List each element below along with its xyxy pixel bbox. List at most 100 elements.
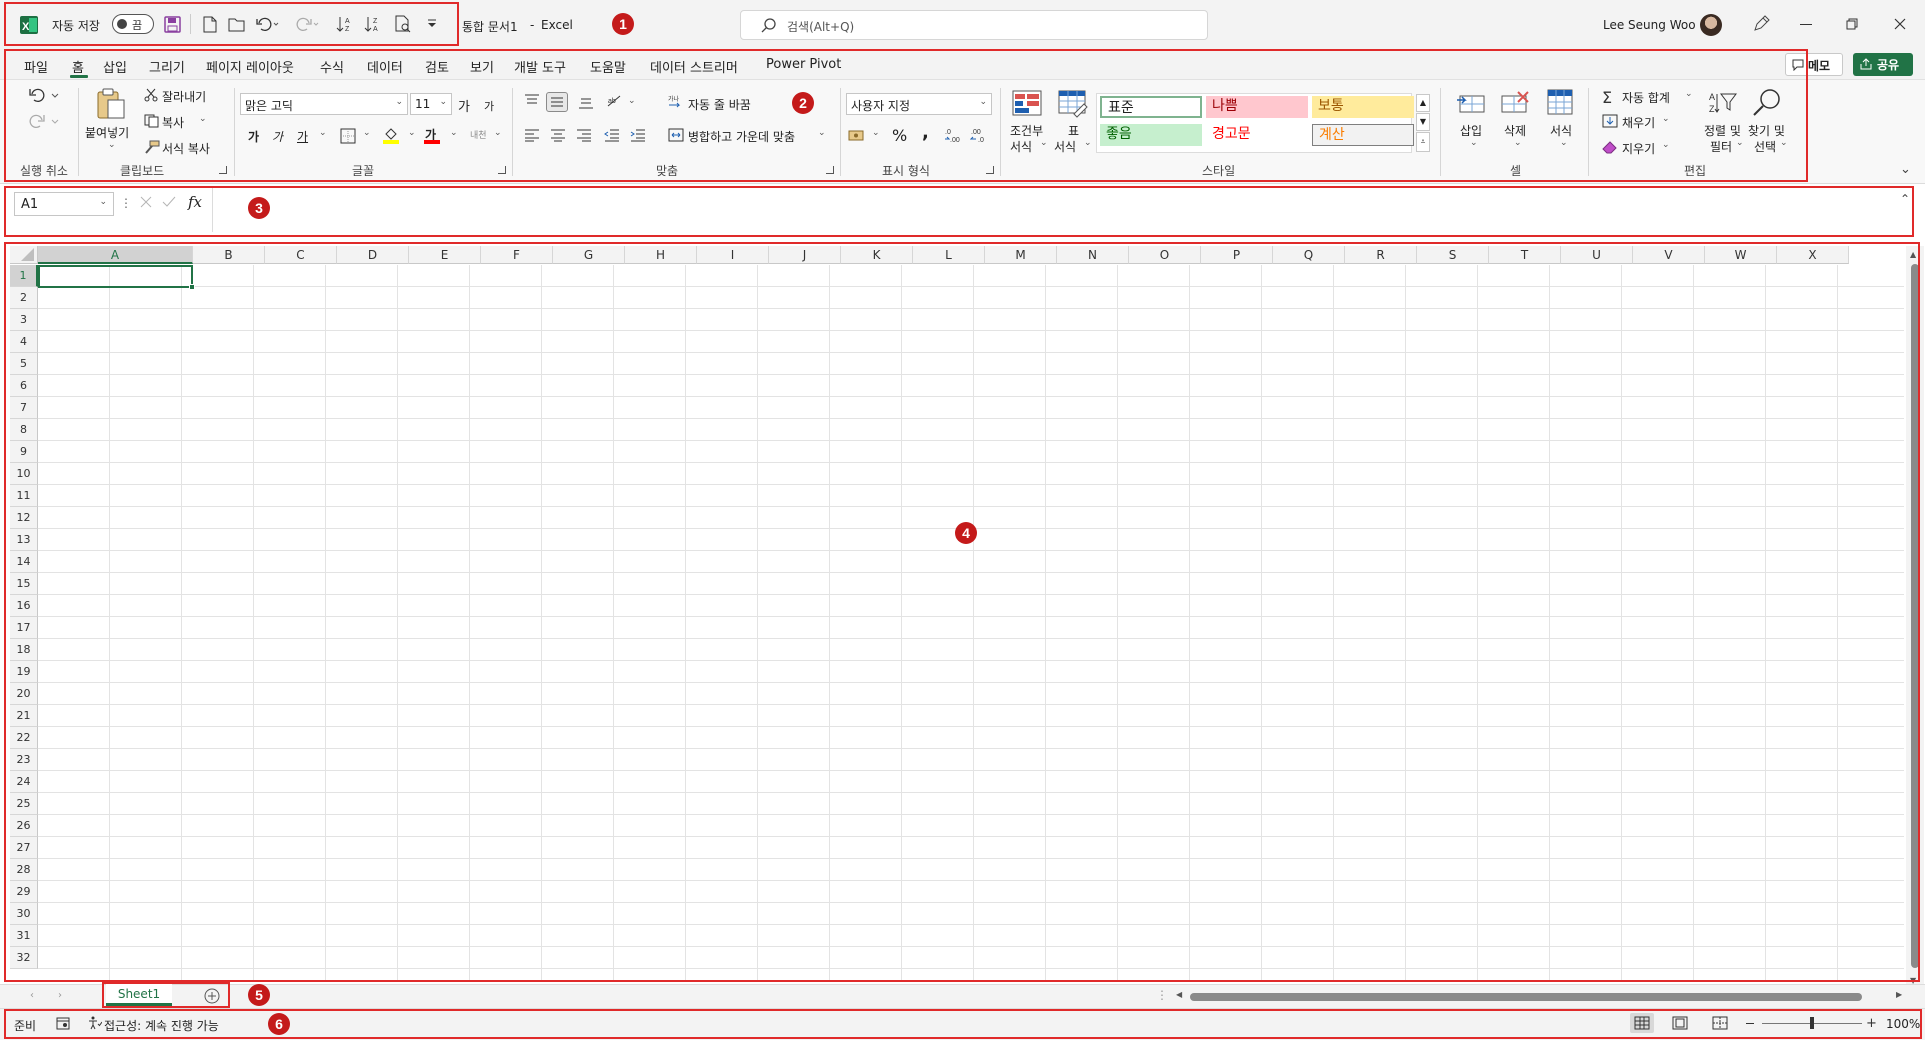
styles-more-icon[interactable]: ⩡: [1416, 132, 1430, 152]
align-top-icon[interactable]: [524, 94, 540, 108]
borders-icon[interactable]: [340, 128, 356, 144]
zoom-slider-thumb[interactable]: [1810, 1017, 1814, 1029]
column-header-q[interactable]: Q: [1273, 246, 1345, 264]
insert-cells-chevron-down-icon[interactable]: ⌄: [1470, 138, 1478, 148]
fill-label[interactable]: 채우기: [1622, 114, 1655, 131]
row-header-26[interactable]: 26: [10, 815, 38, 837]
copy-icon[interactable]: [144, 114, 160, 128]
vertical-scrollbar[interactable]: ▲ ▼: [1906, 246, 1924, 990]
format-as-table-label-2[interactable]: 서식: [1054, 138, 1076, 155]
tab-view[interactable]: 보기: [470, 57, 494, 76]
clear-chevron-down-icon[interactable]: ⌄: [1662, 140, 1670, 150]
sort-filter-label-1[interactable]: 정렬 및: [1704, 122, 1741, 139]
font-color-button[interactable]: 가: [424, 124, 440, 144]
undo-icon[interactable]: [256, 16, 280, 32]
column-header-o[interactable]: O: [1129, 246, 1201, 264]
horizontal-scroll-left-icon[interactable]: ◀: [1176, 990, 1182, 999]
insert-cells-label[interactable]: 삽입: [1460, 122, 1482, 139]
row-header-16[interactable]: 16: [10, 595, 38, 617]
style-calculation[interactable]: 계산: [1312, 124, 1414, 146]
delete-cells-icon[interactable]: [1500, 90, 1530, 116]
column-header-n[interactable]: N: [1057, 246, 1129, 264]
comma-button[interactable]: ,: [922, 122, 929, 143]
vertical-scroll-thumb[interactable]: [1911, 264, 1919, 968]
column-header-t[interactable]: T: [1489, 246, 1561, 264]
align-center-icon[interactable]: [550, 128, 566, 142]
phonetic-chevron-down-icon[interactable]: ⌄: [494, 128, 502, 138]
tab-review[interactable]: 검토: [425, 57, 449, 76]
user-name[interactable]: Lee Seung Woo: [1603, 18, 1696, 32]
customize-qat-icon[interactable]: [426, 19, 438, 29]
restore-icon[interactable]: [1846, 18, 1858, 30]
sort-ascending-icon[interactable]: AZ: [336, 15, 354, 33]
sort-filter-icon[interactable]: AZ: [1708, 88, 1738, 116]
cell-grid[interactable]: [38, 265, 1904, 980]
row-header-20[interactable]: 20: [10, 683, 38, 705]
tab-developer[interactable]: 개발 도구: [514, 57, 566, 76]
font-name-dropdown[interactable]: 맑은 고딕 ⌄: [240, 93, 408, 115]
fill-color-icon[interactable]: [382, 126, 400, 144]
autosave-toggle[interactable]: 끔: [112, 14, 154, 34]
confirm-entry-icon[interactable]: [162, 196, 176, 208]
row-header-18[interactable]: 18: [10, 639, 38, 661]
increase-indent-icon[interactable]: [630, 128, 646, 142]
column-header-h[interactable]: H: [625, 246, 697, 264]
accessibility-status[interactable]: 접근성: 계속 진행 가능: [104, 1017, 219, 1034]
vertical-scroll-up-icon[interactable]: ▲: [1910, 250, 1916, 259]
column-header-f[interactable]: F: [481, 246, 553, 264]
insert-cells-icon[interactable]: [1456, 90, 1486, 116]
row-header-15[interactable]: 15: [10, 573, 38, 595]
grow-font-button[interactable]: 가: [458, 96, 470, 115]
conditional-formatting-label-2[interactable]: 서식: [1010, 138, 1032, 155]
sort-filter-label-2[interactable]: 필터: [1710, 138, 1732, 155]
orientation-icon[interactable]: ab: [606, 94, 624, 108]
row-header-6[interactable]: 6: [10, 375, 38, 397]
styles-scroll-up-icon[interactable]: ▲: [1416, 94, 1430, 112]
decrease-indent-icon[interactable]: [604, 128, 620, 142]
column-header-d[interactable]: D: [337, 246, 409, 264]
tab-data-streamer[interactable]: 데이터 스트리머: [650, 57, 738, 76]
styles-scroll-down-icon[interactable]: ▼: [1416, 113, 1430, 131]
clear-label[interactable]: 지우기: [1622, 140, 1655, 157]
format-cells-chevron-down-icon[interactable]: ⌄: [1560, 138, 1568, 148]
delete-cells-chevron-down-icon[interactable]: ⌄: [1514, 138, 1522, 148]
row-header-29[interactable]: 29: [10, 881, 38, 903]
row-header-13[interactable]: 13: [10, 529, 38, 551]
shrink-font-button[interactable]: 가: [484, 98, 494, 114]
autosum-label[interactable]: 자동 합계: [1622, 89, 1670, 106]
open-folder-icon[interactable]: [228, 17, 246, 32]
avatar[interactable]: [1700, 14, 1722, 36]
tab-file[interactable]: 파일: [24, 57, 48, 76]
column-header-c[interactable]: C: [265, 246, 337, 264]
phonetic-button[interactable]: 내천: [470, 128, 487, 141]
row-header-5[interactable]: 5: [10, 353, 38, 375]
column-header-j[interactable]: J: [769, 246, 841, 264]
row-header-31[interactable]: 31: [10, 925, 38, 947]
redo-icon[interactable]: [296, 16, 320, 32]
format-cells-icon[interactable]: [1546, 88, 1574, 116]
print-preview-icon[interactable]: [394, 15, 412, 33]
style-warning[interactable]: 경고문: [1206, 124, 1308, 146]
row-header-25[interactable]: 25: [10, 793, 38, 815]
fill-icon[interactable]: [1602, 114, 1618, 128]
column-header-r[interactable]: R: [1345, 246, 1417, 264]
format-as-table-chevron-down-icon[interactable]: ⌄: [1084, 138, 1092, 148]
bold-button[interactable]: 가: [248, 128, 259, 145]
minimize-icon[interactable]: [1800, 24, 1812, 25]
tab-formulas[interactable]: 수식: [320, 57, 344, 76]
format-painter-icon[interactable]: [144, 140, 160, 154]
copy-label[interactable]: 복사: [162, 114, 184, 131]
font-size-dropdown[interactable]: 11 ⌄: [410, 93, 452, 115]
orientation-chevron-down-icon[interactable]: ⌄: [628, 96, 636, 106]
macro-record-icon[interactable]: [56, 1017, 70, 1030]
fill-color-chevron-down-icon[interactable]: ⌄: [408, 128, 416, 138]
format-as-table-icon[interactable]: [1058, 90, 1088, 118]
number-launcher-icon[interactable]: [986, 166, 994, 174]
tab-power-pivot[interactable]: Power Pivot: [766, 57, 841, 72]
cut-icon[interactable]: [144, 88, 158, 102]
paste-chevron-down-icon[interactable]: ⌄: [108, 140, 116, 150]
number-format-dropdown[interactable]: 사용자 지정 ⌄: [846, 93, 992, 115]
column-header-k[interactable]: K: [841, 246, 913, 264]
search-box[interactable]: 검색(Alt+Q): [740, 10, 1208, 40]
find-select-label-1[interactable]: 찾기 및: [1748, 122, 1785, 139]
